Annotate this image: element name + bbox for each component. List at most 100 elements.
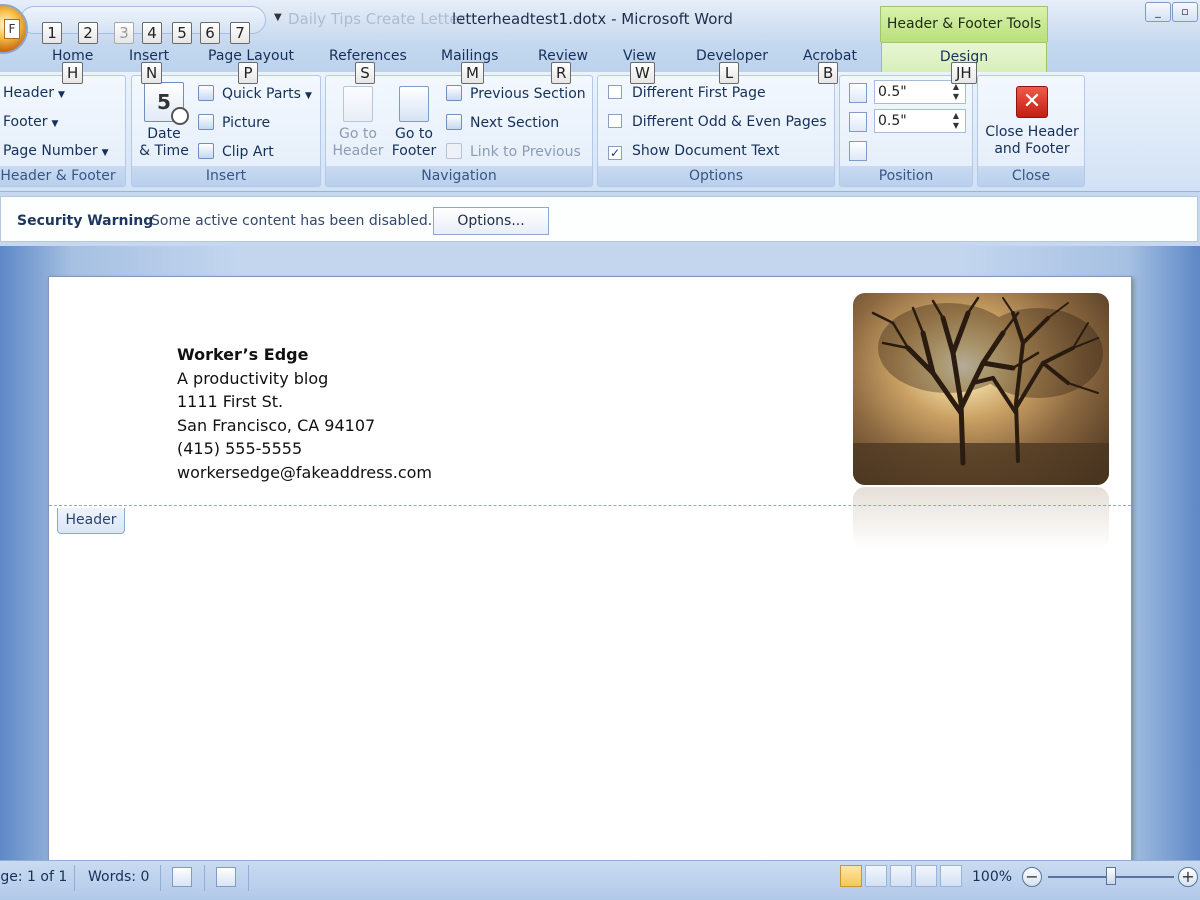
picture-icon xyxy=(198,114,214,130)
header-tag: Header xyxy=(57,508,125,534)
go-to-footer-button[interactable]: Go to Footer xyxy=(386,86,442,160)
date-time-button[interactable]: 5 Date & Time xyxy=(138,82,190,160)
security-warning-title: Security Warning xyxy=(17,213,154,229)
checkmark-icon: ✓ xyxy=(608,146,622,160)
letterhead-street: 1111 First St. xyxy=(177,392,284,411)
security-warning-message: Some active content has been disabled. xyxy=(151,213,433,229)
calendar-icon: 5 xyxy=(144,82,189,125)
restore-button[interactable]: ▫ xyxy=(1172,2,1198,22)
photo-reflection xyxy=(853,487,1109,549)
trees-silhouette-icon xyxy=(853,296,1109,485)
page-count[interactable]: Page: 1 of 1 xyxy=(0,869,67,885)
go-to-header-icon xyxy=(343,86,373,122)
previous-section-button[interactable]: Previous Section xyxy=(446,85,586,102)
ghost-window-title: Daily Tips Create Letter xyxy=(288,10,465,28)
group-label-header-footer: Header & Footer xyxy=(0,166,125,186)
go-to-footer-icon xyxy=(399,86,429,122)
footer-button[interactable]: Footer ▼ xyxy=(3,114,58,130)
document-page[interactable]: Worker’s Edge A productivity blog 1111 F… xyxy=(48,276,1132,876)
next-section-button[interactable]: Next Section xyxy=(446,114,559,131)
context-tab-title: Header & Footer Tools xyxy=(880,6,1048,42)
different-first-page-checkbox[interactable]: Different First Page xyxy=(608,85,766,101)
qat-keytip-3[interactable]: 3 xyxy=(114,22,134,44)
qat-keytip-4[interactable]: 4 xyxy=(142,22,162,44)
title-bar: F 1 2 3 4 5 6 7 ▼ Daily Tips Create Lett… xyxy=(0,0,1200,54)
window-title: letterheadtest1.dotx - Microsoft Word xyxy=(452,10,733,28)
keytip-insert[interactable]: N xyxy=(141,62,163,84)
letterhead-city: San Francisco, CA 94107 xyxy=(177,415,376,435)
security-options-button[interactable]: Options... xyxy=(433,207,549,235)
letterhead-text[interactable]: Worker’s Edge A productivity blog 1111 F… xyxy=(177,343,432,484)
header-position-icon xyxy=(849,83,867,103)
print-layout-view-button[interactable] xyxy=(840,865,862,887)
outline-view-button[interactable] xyxy=(915,865,937,887)
keytip-review[interactable]: R xyxy=(551,62,572,84)
close-icon: ✕ xyxy=(1016,86,1048,118)
page-number-button[interactable]: Page Number ▼ xyxy=(3,143,109,159)
group-label-navigation: Navigation xyxy=(326,166,592,186)
header-button[interactable]: Header ▼ xyxy=(3,85,65,101)
security-warning-bar: Security Warning Some active content has… xyxy=(0,196,1198,242)
qat-customize-dropdown-icon[interactable]: ▼ xyxy=(274,12,282,23)
header-boundary-line xyxy=(49,505,1131,506)
status-separator xyxy=(74,865,75,891)
go-to-header-button[interactable]: Go to Header xyxy=(330,86,386,160)
spin-arrows-icon[interactable]: ▲ ▼ xyxy=(953,111,959,131)
show-document-text-checkbox[interactable]: ✓ Show Document Text xyxy=(608,143,780,160)
minimize-button[interactable]: _ xyxy=(1145,2,1171,22)
clip-art-icon xyxy=(198,143,214,159)
quick-parts-button[interactable]: Quick Parts ▼ xyxy=(198,85,312,102)
qat-keytip-7[interactable]: 7 xyxy=(230,22,250,44)
group-header-footer: Header ▼ Footer ▼ Page Number ▼ Header & Fo… xyxy=(0,75,126,187)
quick-parts-icon xyxy=(198,85,214,101)
document-area: Worker’s Edge A productivity blog 1111 F… xyxy=(0,246,1200,876)
spin-arrows-icon[interactable]: ▲ ▼ xyxy=(953,82,959,102)
macro-recording-icon[interactable] xyxy=(216,867,236,887)
keytip-home[interactable]: H xyxy=(62,62,84,84)
qat-keytip-6[interactable]: 6 xyxy=(200,22,220,44)
keytip-page-layout[interactable]: P xyxy=(238,62,258,84)
letterhead-name: Worker’s Edge xyxy=(177,345,309,364)
full-screen-reading-view-button[interactable] xyxy=(865,865,887,887)
footer-from-bottom-input[interactable]: 0.5" ▲ ▼ xyxy=(874,109,966,133)
proofing-icon[interactable] xyxy=(172,867,192,887)
web-layout-view-button[interactable] xyxy=(890,865,912,887)
keytip-mailings[interactable]: M xyxy=(461,62,484,84)
status-separator xyxy=(204,865,205,891)
picture-button[interactable]: Picture xyxy=(198,114,270,131)
qat-keytip-5[interactable]: 5 xyxy=(172,22,192,44)
close-header-footer-button[interactable]: ✕ Close Header and Footer xyxy=(980,86,1084,158)
zoom-out-button[interactable]: − xyxy=(1022,867,1042,887)
group-label-position: Position xyxy=(840,166,972,186)
link-to-previous-button[interactable]: Link to Previous xyxy=(446,143,581,160)
window-controls: _ ▫ xyxy=(1145,2,1198,22)
qat-keytip-2[interactable]: 2 xyxy=(78,22,98,44)
checkbox-box xyxy=(608,85,622,99)
previous-section-icon xyxy=(446,85,462,101)
word-count[interactable]: Words: 0 xyxy=(88,869,149,885)
checkbox-box xyxy=(608,114,622,128)
clock-icon xyxy=(171,107,189,125)
clip-art-button[interactable]: Clip Art xyxy=(198,143,274,160)
keytip-developer[interactable]: L xyxy=(719,62,739,84)
keytip-references[interactable]: S xyxy=(355,62,375,84)
zoom-slider-thumb[interactable] xyxy=(1106,867,1116,885)
letterhead-email: workersedge@fakeaddress.com xyxy=(177,462,432,482)
keytip-view[interactable]: W xyxy=(630,62,655,84)
group-label-close: Close xyxy=(978,166,1084,186)
qat-keytip-1[interactable]: 1 xyxy=(42,22,62,44)
trees-sunset-photo[interactable] xyxy=(853,293,1109,485)
keytip-acrobat[interactable]: B xyxy=(818,62,839,84)
insert-alignment-tab-button[interactable] xyxy=(849,141,867,161)
letterhead-tagline: A productivity blog xyxy=(177,368,329,388)
keytip-design[interactable]: JH xyxy=(951,62,977,84)
zoom-in-button[interactable]: + xyxy=(1178,867,1198,887)
office-button-keytip: F xyxy=(4,19,20,39)
status-bar: Page: 1 of 1 Words: 0 100% − + xyxy=(0,860,1200,900)
draft-view-button[interactable] xyxy=(940,865,962,887)
zoom-level[interactable]: 100% xyxy=(972,869,1012,885)
link-icon xyxy=(446,143,462,159)
ribbon: Header ▼ Footer ▼ Page Number ▼ Header & Fo… xyxy=(0,72,1200,192)
different-odd-even-checkbox[interactable]: Different Odd & Even Pages xyxy=(608,114,827,130)
group-label-options: Options xyxy=(598,166,834,186)
